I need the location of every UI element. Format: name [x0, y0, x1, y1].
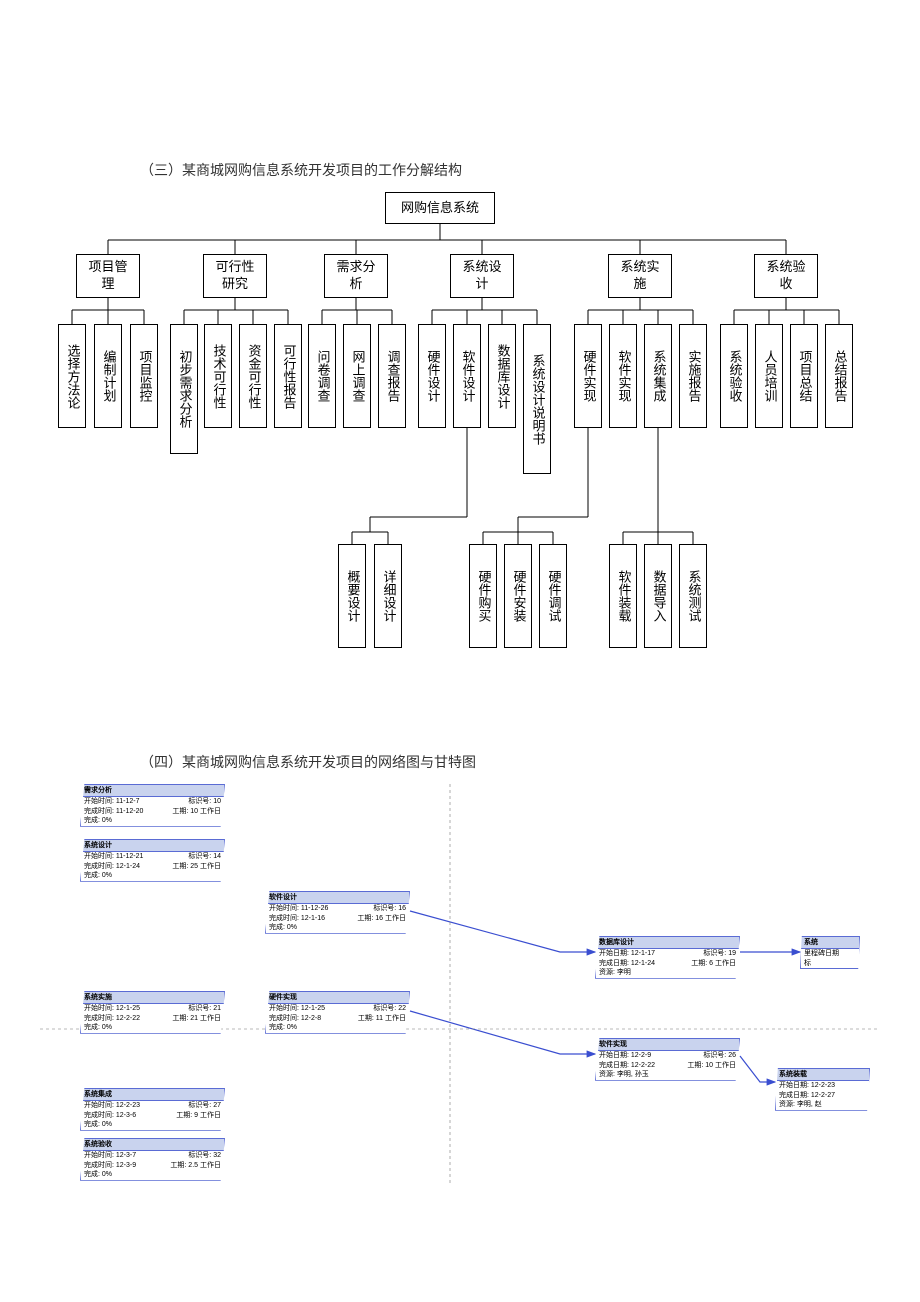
- wbs-f-2: 项目总结: [790, 324, 818, 428]
- wbs-e-2: 系统集成: [644, 324, 672, 428]
- section-4-heading: （四）某商城网购信息系统开发项目的网络图与甘特图: [140, 752, 880, 772]
- wbs-f-3: 总结报告: [825, 324, 853, 428]
- wbs-a-0: 选择方法论: [58, 324, 86, 428]
- wbs-e-3: 实施报告: [679, 324, 707, 428]
- net-card-c3: 软件设计开始时间: 11-12-26标识号: 16完成时间: 12-1-16工期…: [265, 891, 410, 934]
- wbs-d2-2: 硬件调试: [539, 544, 567, 648]
- wbs-e1-0: 软件装载: [609, 544, 637, 648]
- wbs-b-3: 可行性报告: [274, 324, 302, 428]
- wbs-l1-1: 可行性研究: [203, 254, 267, 298]
- network-diagram: 需求分析开始时间: 11-12-7标识号: 10完成时间: 11-12-20工期…: [40, 784, 880, 1184]
- wbs-a-1: 编制计划: [94, 324, 122, 428]
- wbs-f-0: 系统验收: [720, 324, 748, 428]
- wbs-l1-3: 系统设计: [450, 254, 514, 298]
- wbs-c-1: 网上调查: [343, 324, 371, 428]
- net-card-c6: 系统实施开始时间: 12-1-25标识号: 21完成时间: 12-2-22工期:…: [80, 991, 225, 1034]
- wbs-e-0: 硬件实现: [574, 324, 602, 428]
- wbs-l1-0: 项目管理: [76, 254, 140, 298]
- section-3-heading: （三）某商城网购信息系统开发项目的工作分解结构: [140, 160, 880, 180]
- net-card-c1: 需求分析开始时间: 11-12-7标识号: 10完成时间: 11-12-20工期…: [80, 784, 225, 827]
- net-card-c8: 软件实现开始日期: 12-2-9标识号: 26完成日期: 12-2-22工期: …: [595, 1038, 740, 1081]
- wbs-l1-5: 系统验收: [754, 254, 818, 298]
- wbs-d-3: 系统设计说明书: [523, 324, 551, 474]
- wbs-c-0: 问卷调查: [308, 324, 336, 428]
- wbs-d-1: 软件设计: [453, 324, 481, 428]
- net-card-c11: 系统验收开始时间: 12-3-7标识号: 32完成时间: 12-3-9工期: 2…: [80, 1138, 225, 1181]
- wbs-a-2: 项目监控: [130, 324, 158, 428]
- wbs-diagram: 网购信息系统 项目管理 可行性研究 需求分析 系统设计 系统实施 系统验收 选择…: [40, 192, 880, 752]
- wbs-l1-4: 系统实施: [608, 254, 672, 298]
- wbs-e-1: 软件实现: [609, 324, 637, 428]
- wbs-b-0: 初步需求分析: [170, 324, 198, 454]
- wbs-d-2: 数据库设计: [488, 324, 516, 428]
- wbs-d1-1: 详细设计: [374, 544, 402, 648]
- wbs-d1-0: 概要设计: [338, 544, 366, 648]
- net-card-c4: 数据库设计开始日期: 12-1-17标识号: 19完成日期: 12-1-24工期…: [595, 936, 740, 979]
- wbs-l1-2: 需求分析: [324, 254, 388, 298]
- net-card-c2: 系统设计开始时间: 11-12-21标识号: 14完成时间: 12-1-24工期…: [80, 839, 225, 882]
- wbs-d-0: 硬件设计: [418, 324, 446, 428]
- wbs-c-2: 调查报告: [378, 324, 406, 428]
- wbs-b-1: 技术可行性: [204, 324, 232, 428]
- net-card-c9: 系统装载开始日期: 12-2-23 完成日期: 12-2-27 资源: 李明, …: [775, 1068, 870, 1111]
- wbs-b-2: 资金可行性: [239, 324, 267, 428]
- wbs-e1-1: 数据导入: [644, 544, 672, 648]
- wbs-d2-1: 硬件安装: [504, 544, 532, 648]
- net-card-c5: 系统里程碑日期 标: [800, 936, 860, 969]
- net-card-c7: 硬件实现开始时间: 12-1-25标识号: 22完成时间: 12-2-8工期: …: [265, 991, 410, 1034]
- wbs-e1-2: 系统测试: [679, 544, 707, 648]
- wbs-root: 网购信息系统: [385, 192, 495, 224]
- net-card-c10: 系统集成开始时间: 12-2-23标识号: 27完成时间: 12-3-6工期: …: [80, 1088, 225, 1131]
- wbs-d2-0: 硬件购买: [469, 544, 497, 648]
- wbs-f-1: 人员培训: [755, 324, 783, 428]
